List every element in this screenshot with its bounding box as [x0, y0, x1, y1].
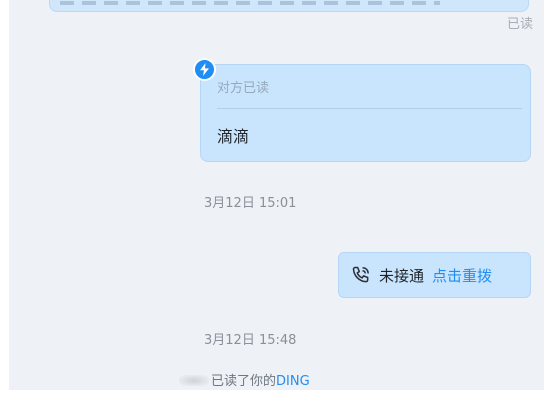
ding-read-status: 对方已读 [217, 81, 270, 96]
divider [217, 108, 522, 109]
message-bubble-cut-off[interactable] [49, 0, 529, 12]
ding-link[interactable]: DING [276, 374, 310, 389]
ding-message-card[interactable]: 对方已读 滴滴 [200, 64, 531, 162]
timestamp: 3月12日 15:48 [204, 333, 297, 348]
ding-message-text: 滴滴 [217, 127, 250, 146]
blurred-content [60, 1, 440, 5]
redial-link[interactable]: 点击重拨 [432, 265, 492, 286]
phone-icon [351, 265, 371, 285]
missed-call-bubble[interactable]: 未接通 点击重拨 [338, 252, 531, 298]
blurred-username [179, 375, 209, 386]
call-status: 未接通 [379, 266, 425, 285]
chat-panel: 已读 对方已读 滴滴 3月12日 15:01 未接通 点击重拨 3月12日 15… [9, 0, 544, 390]
read-receipt: 已读 [506, 17, 533, 32]
timestamp: 3月12日 15:01 [204, 196, 297, 211]
lightning-icon [193, 58, 216, 81]
system-notice-text: 已读了你的 [211, 374, 277, 389]
system-notice: 已读了你的DING [179, 370, 310, 389]
